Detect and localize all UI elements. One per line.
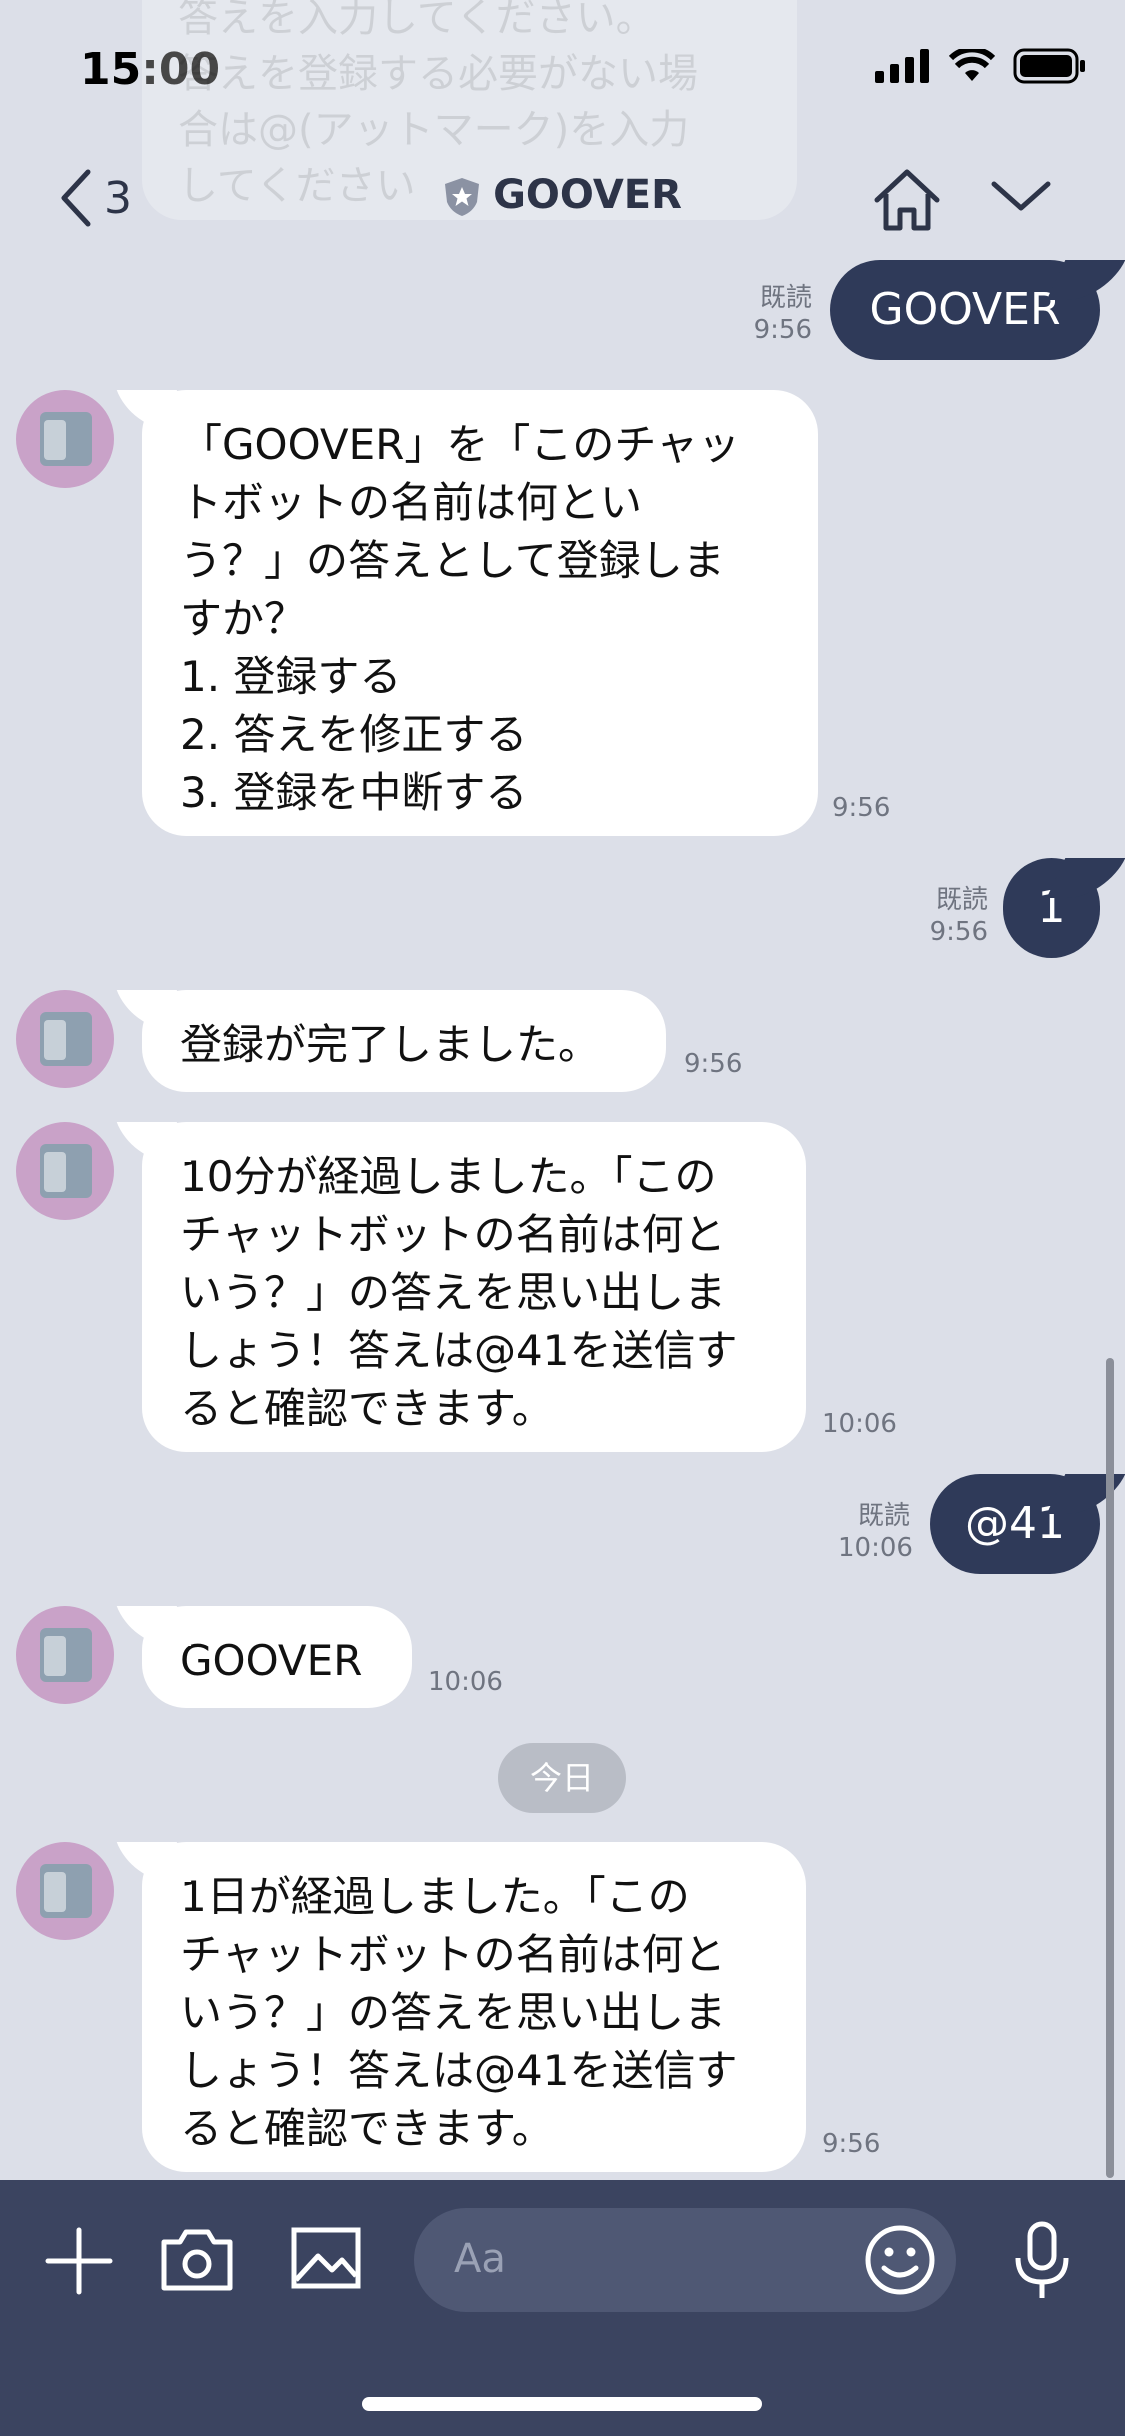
message-time: 10:06 <box>822 1409 897 1439</box>
chevron-down-icon[interactable] <box>990 178 1052 214</box>
read-receipt: 既読 10:06 <box>838 1500 913 1564</box>
outgoing-message-bubble[interactable]: GOOVER <box>830 260 1100 360</box>
message-time: 9:56 <box>832 793 891 823</box>
emoji-icon[interactable] <box>862 2222 938 2298</box>
camera-icon[interactable] <box>160 2226 234 2292</box>
bot-avatar[interactable] <box>16 1122 114 1220</box>
wifi-icon <box>949 49 995 81</box>
signal-icon <box>875 49 929 83</box>
verified-shield-icon <box>445 178 480 216</box>
outgoing-message-bubble[interactable]: @41 <box>930 1474 1100 1574</box>
microphone-icon[interactable] <box>1010 2220 1074 2302</box>
message-time: 10:06 <box>838 1533 913 1563</box>
status-icons <box>875 48 1087 84</box>
chat-title-text: GOOVER <box>493 172 682 218</box>
incoming-message-bubble[interactable]: 10分が経過しました。「この チャットボットの名前は何と いう？」の答えを思い出… <box>142 1122 806 1452</box>
chat-scrollbar[interactable] <box>1106 1358 1114 2178</box>
bot-avatar[interactable] <box>16 1606 114 1704</box>
plus-icon[interactable] <box>44 2226 114 2296</box>
message-input[interactable]: Aa <box>414 2208 956 2312</box>
message-time: 10:06 <box>428 1667 503 1697</box>
read-receipt: 既読 9:56 <box>916 884 988 948</box>
read-label: 既読 <box>935 885 988 915</box>
bot-avatar[interactable] <box>16 1842 114 1940</box>
outgoing-message-bubble[interactable]: 1 <box>1003 858 1100 958</box>
home-indicator[interactable] <box>362 2397 762 2411</box>
read-receipt: 既読 9:56 <box>740 282 812 346</box>
message-time: 9:56 <box>753 315 812 345</box>
message-time: 9:56 <box>684 1049 743 1079</box>
read-label: 既読 <box>857 1501 910 1531</box>
chat-header: 3 GOOVER <box>0 140 1125 260</box>
bot-avatar[interactable] <box>16 390 114 488</box>
incoming-message-bubble[interactable]: 登録が完了しました。 <box>142 990 666 1092</box>
chat-title: GOOVER <box>0 172 1125 218</box>
message-input-placeholder: Aa <box>454 2236 506 2282</box>
date-divider: 今日 <box>498 1743 626 1813</box>
image-icon[interactable] <box>290 2226 362 2290</box>
message-time: 9:56 <box>822 2129 881 2159</box>
battery-icon <box>1013 48 1085 84</box>
read-label: 既読 <box>759 283 812 313</box>
bot-avatar[interactable] <box>16 990 114 1088</box>
incoming-message-bubble[interactable]: 「GOOVER」を「このチャッ トボットの名前は何とい う？」の答えとして登録し… <box>142 390 818 836</box>
incoming-message-bubble[interactable]: 1日が経過しました。「この チャットボットの名前は何と いう？」の答えを思い出し… <box>142 1842 806 2172</box>
home-icon[interactable] <box>872 168 942 232</box>
message-time: 9:56 <box>929 917 988 947</box>
incoming-message-bubble[interactable]: GOOVER <box>142 1606 412 1708</box>
